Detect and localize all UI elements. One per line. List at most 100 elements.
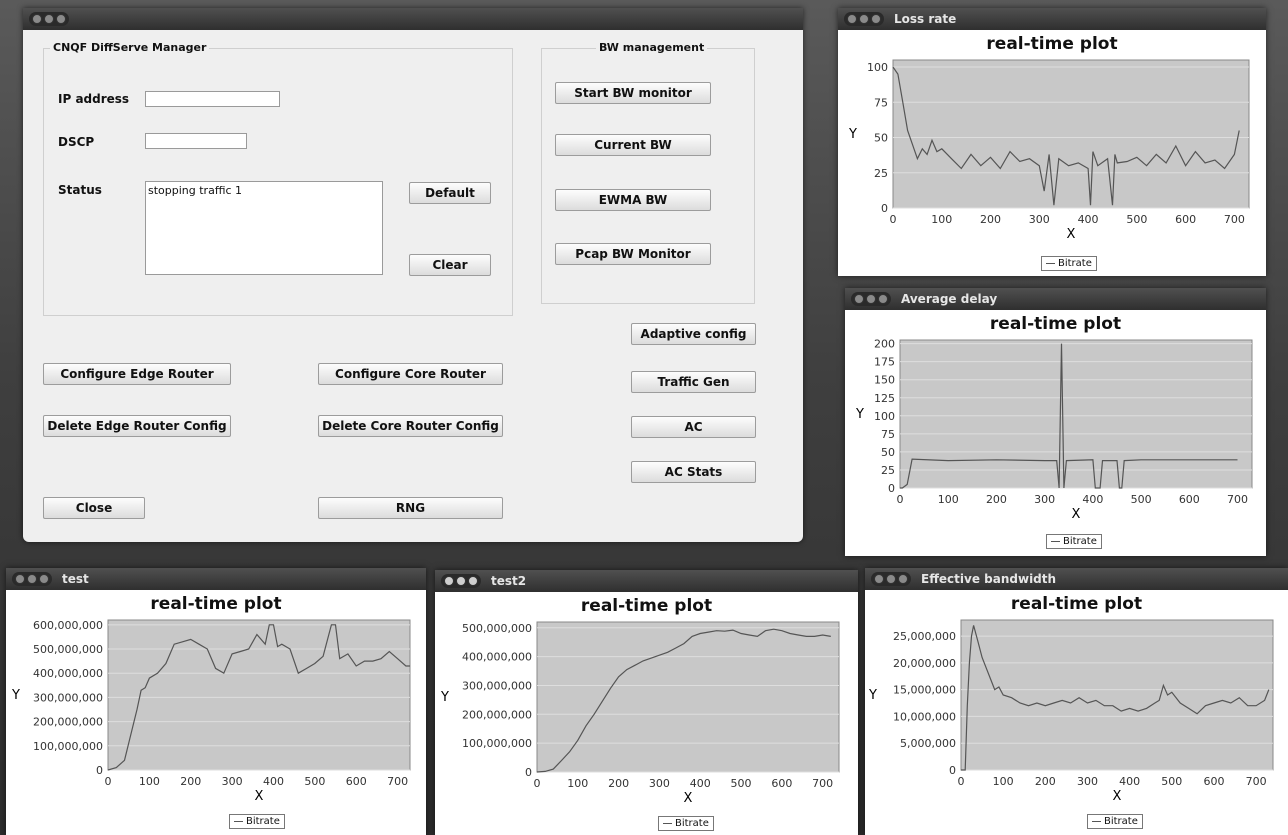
pcap-bw-monitor-button[interactable]: Pcap BW Monitor (555, 243, 711, 265)
y-axis-label: Y (848, 127, 857, 142)
chart-legend: Bitrate (658, 816, 714, 831)
y-tick-label: 125 (874, 392, 895, 405)
x-tick-label: 200 (986, 493, 1007, 506)
x-tick-label: 300 (1029, 213, 1050, 226)
x-tick-label: 400 (1082, 493, 1103, 506)
current-bw-button[interactable]: Current BW (555, 134, 711, 156)
legend-swatch (1046, 263, 1055, 264)
x-tick-label: 200 (980, 213, 1001, 226)
y-axis-label: Y (868, 688, 877, 703)
line-chart: 500,000,000 400,000,000 300,000,000 200,000… (440, 621, 840, 806)
ac-button[interactable]: AC (631, 416, 756, 438)
x-tick-label: 200 (1035, 775, 1056, 788)
dscp-label: DSCP (58, 135, 95, 149)
x-tick-label: 600 (1203, 775, 1224, 788)
delete-core-router-config-button[interactable]: Delete Core Router Config (318, 415, 503, 437)
y-tick-label: 10,000,000 (893, 710, 956, 723)
x-tick-label: 700 (1224, 213, 1245, 226)
y-tick-label: 300,000,000 (33, 691, 103, 704)
group-title: CNQF DiffServe Manager (50, 41, 210, 54)
plot-area (892, 59, 1250, 209)
y-tick-label: 75 (874, 96, 888, 109)
plot-area (536, 621, 840, 773)
x-tick-label: 600 (771, 777, 792, 790)
x-axis-label: X (255, 789, 264, 804)
legend-label: Bitrate (246, 816, 280, 827)
x-tick-label: 600 (346, 775, 367, 788)
x-tick-label: 300 (649, 777, 670, 790)
x-tick-label: 300 (1034, 493, 1055, 506)
y-tick-label: 50 (881, 446, 895, 459)
rng-button[interactable]: RNG (318, 497, 503, 519)
y-tick-label: 25 (881, 464, 895, 477)
line-chart: 25,000,000 20,000,000 15,000,000 10,000,000… (868, 619, 1274, 804)
y-tick-label: 5,000,000 (900, 737, 956, 750)
x-axis-label: X (1113, 789, 1122, 804)
delete-edge-router-config-button[interactable]: Delete Edge Router Config (43, 415, 231, 437)
start-bw-monitor-button[interactable]: Start BW monitor (555, 82, 711, 104)
legend-label: Bitrate (1104, 816, 1138, 827)
y-tick-label: 200,000,000 (462, 708, 532, 721)
x-tick-label: 400 (1078, 213, 1099, 226)
window-titlebar[interactable] (23, 8, 803, 30)
test-window: test real-time plot 600,000,000 500,000,000… (6, 568, 426, 835)
group-title: BW management (596, 41, 708, 54)
legend-label: Bitrate (675, 818, 709, 829)
dscp-input[interactable] (145, 133, 247, 149)
test2-window: test2 real-time plot 500,000,000 400,000,00… (435, 570, 858, 835)
maximize-window-icon[interactable] (56, 14, 66, 24)
x-tick-label: 0 (534, 777, 541, 790)
y-tick-label: 100 (867, 61, 888, 74)
y-tick-label: 150 (874, 374, 895, 387)
y-tick-label: 100,000,000 (33, 740, 103, 753)
ewma-bw-button[interactable]: EWMA BW (555, 189, 711, 211)
clear-button[interactable]: Clear (409, 254, 491, 276)
y-axis-label: Y (855, 407, 864, 422)
x-tick-label: 700 (812, 777, 833, 790)
window-controls[interactable] (29, 12, 69, 26)
y-tick-label: 0 (949, 764, 956, 777)
legend-swatch (234, 821, 243, 822)
ac-stats-button[interactable]: AC Stats (631, 461, 756, 483)
legend-swatch (1092, 821, 1101, 822)
y-tick-label: 75 (881, 428, 895, 441)
y-tick-label: 500,000,000 (33, 643, 103, 656)
plot-area (960, 619, 1274, 771)
close-window-icon[interactable] (32, 14, 42, 24)
status-textarea[interactable]: stopping traffic 1 (145, 181, 383, 275)
x-axis-label: X (1072, 507, 1081, 522)
chart-legend: Bitrate (1087, 814, 1143, 829)
effective-bandwidth-window: Effective bandwidth real-time plot 25,000,… (865, 568, 1288, 835)
configure-edge-router-button[interactable]: Configure Edge Router (43, 363, 231, 385)
y-tick-label: 25 (874, 167, 888, 180)
x-tick-label: 0 (897, 493, 904, 506)
y-tick-label: 175 (874, 356, 895, 369)
x-tick-label: 600 (1179, 493, 1200, 506)
x-tick-label: 0 (958, 775, 965, 788)
line-chart: 600,000,000 500,000,000 400,000,000 300,000… (11, 619, 411, 804)
ip-address-input[interactable] (145, 91, 280, 107)
plot-area (107, 619, 411, 771)
adaptive-config-button[interactable]: Adaptive config (631, 323, 756, 345)
loss-rate-window: Loss rate real-time plot 100 75 50 25 0 0 100 200… (838, 8, 1266, 276)
x-tick-label: 0 (105, 775, 112, 788)
configure-core-router-button[interactable]: Configure Core Router (318, 363, 503, 385)
line-chart: 200 175 150 125 100 75 50 25 00 100 200 300 400 500 60… (855, 338, 1253, 522)
close-button[interactable]: Close (43, 497, 145, 519)
y-tick-label: 500,000,000 (462, 622, 532, 635)
x-tick-label: 200 (608, 777, 629, 790)
x-tick-label: 100 (938, 493, 959, 506)
y-tick-label: 20,000,000 (893, 657, 956, 670)
y-tick-label: 15,000,000 (893, 684, 956, 697)
y-tick-label: 0 (881, 202, 888, 215)
average-delay-window: Average delay real-time plot 200 175 150 125 1… (845, 288, 1266, 556)
traffic-gen-button[interactable]: Traffic Gen (631, 371, 756, 393)
x-tick-label: 500 (731, 777, 752, 790)
minimize-window-icon[interactable] (44, 14, 54, 24)
x-tick-label: 600 (1175, 213, 1196, 226)
status-label: Status (58, 183, 102, 197)
x-tick-label: 400 (690, 777, 711, 790)
default-button[interactable]: Default (409, 182, 491, 204)
x-tick-label: 400 (1119, 775, 1140, 788)
diffserve-manager-window: CNQF DiffServe Manager BW management IP … (23, 8, 803, 542)
